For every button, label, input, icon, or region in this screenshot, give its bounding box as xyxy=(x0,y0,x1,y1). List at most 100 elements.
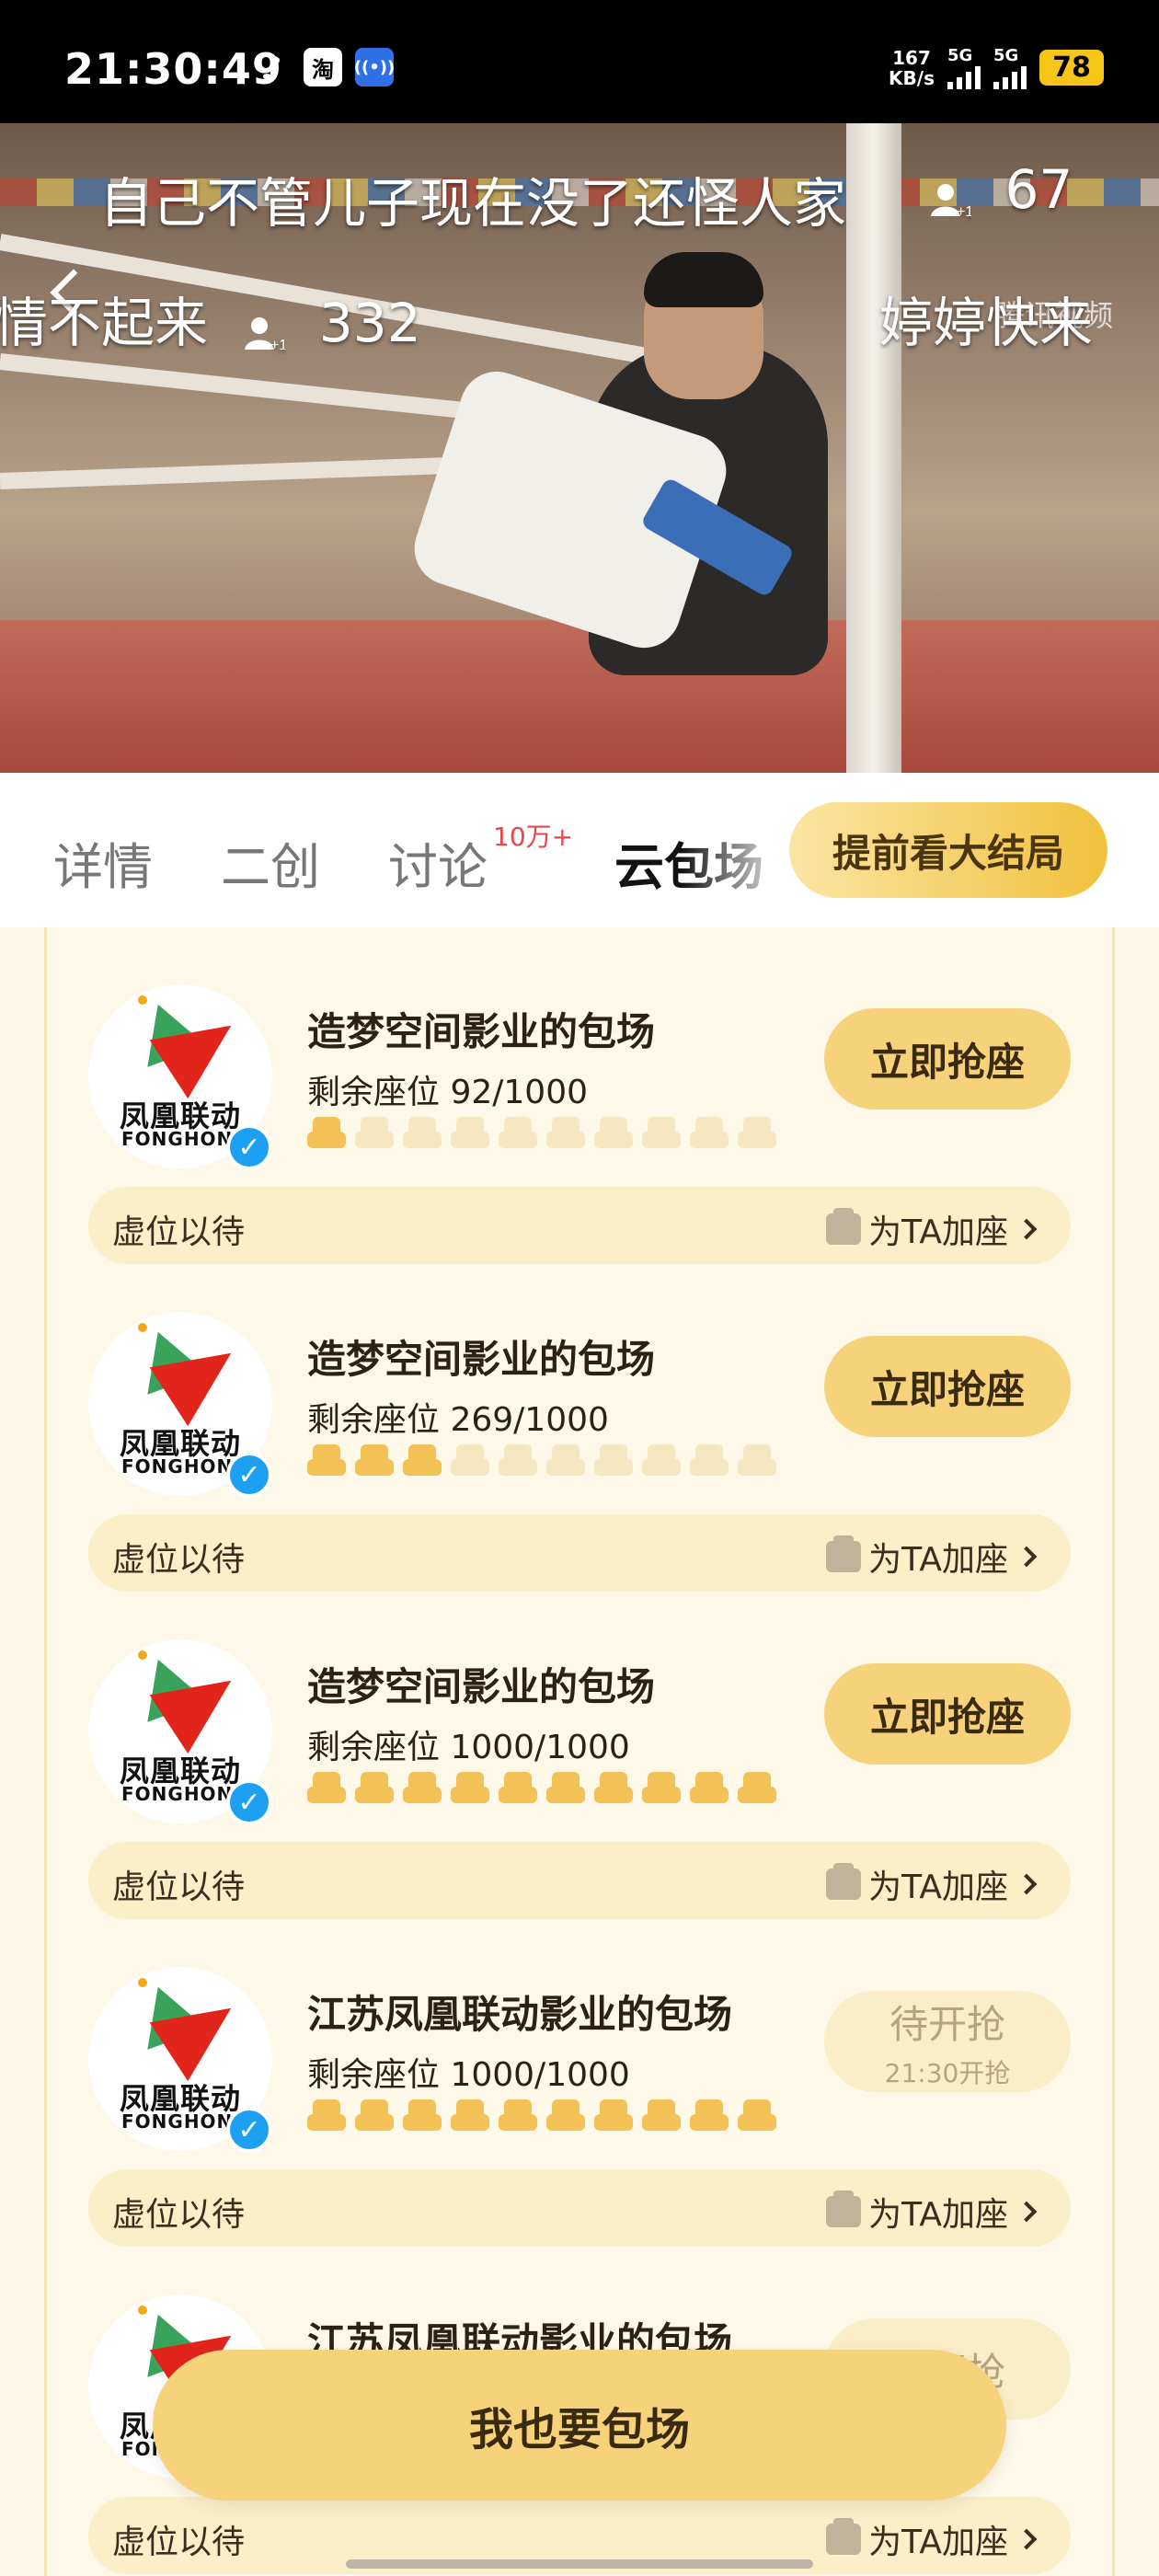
seat-icon xyxy=(642,2099,681,2133)
tab-remix[interactable]: 二创 xyxy=(221,826,320,899)
home-indicator[interactable] xyxy=(346,2559,813,2569)
host-avatar[interactable]: 凤凰联动 FONGHONG ✓ xyxy=(88,984,272,1170)
signal-sim1-icon: 5G xyxy=(947,46,981,89)
screening-title: 造梦空间影业的包场 xyxy=(307,1337,656,1382)
seat-icon xyxy=(403,1772,442,1805)
waiting-label: 虚位以待 xyxy=(112,1869,246,1906)
seat-icon xyxy=(546,2099,585,2133)
seat-icon xyxy=(307,1117,346,1150)
gift-icon xyxy=(826,2518,862,2555)
seat-progress xyxy=(307,1117,776,1150)
create-screening-button[interactable]: 我也要包场 xyxy=(153,2350,1006,2501)
fonghong-logo-icon xyxy=(149,2007,243,2087)
grab-seat-button[interactable]: 立即抢座 xyxy=(824,1663,1071,1765)
danmaku-2: 情不起来 +1 332 xyxy=(0,292,421,354)
seat-icon xyxy=(738,2099,776,2133)
video-player[interactable]: 自己不管儿子现在没了还怪人家 +1 67 腾讯视频 情不起来 +1 332 婷婷… xyxy=(0,123,1159,773)
add-seat-link[interactable]: 为TA加座 xyxy=(826,1205,1038,1253)
add-seat-link[interactable]: 为TA加座 xyxy=(826,2515,1038,2563)
fonghong-logo-icon xyxy=(149,1352,243,1432)
seat-icon xyxy=(594,1444,633,1478)
waiting-label: 虚位以待 xyxy=(112,1213,246,1251)
watch-finale-early-button[interactable]: 提前看大结局 xyxy=(789,802,1107,898)
seat-icon xyxy=(451,1444,489,1478)
gift-icon xyxy=(826,1863,862,1900)
chevron-right-icon xyxy=(1016,1546,1038,1568)
svg-text:+1: +1 xyxy=(957,204,971,220)
fonghong-logo-icon xyxy=(149,1680,243,1759)
waiting-label: 虚位以待 xyxy=(112,2524,246,2561)
gift-icon xyxy=(826,1535,862,1572)
chevron-right-icon xyxy=(1016,2201,1038,2223)
screening-title: 造梦空间影业的包场 xyxy=(307,1009,656,1054)
waiting-label: 虚位以待 xyxy=(112,1541,246,1579)
screening-title: 造梦空间影业的包场 xyxy=(307,1664,656,1709)
verified-icon: ✓ xyxy=(226,1452,272,1498)
screening-title: 江苏凤凰联动影业的包场 xyxy=(307,1992,733,2037)
nfc-icon: ((•)) xyxy=(354,48,395,86)
seat-icon xyxy=(546,1772,585,1805)
screening-card[interactable]: 凤凰联动 FONGHONG ✓ 江苏凤凰联动影业的包场 剩余座位 1000/10… xyxy=(0,1910,1159,2247)
danmaku-1: 自己不管儿子现在没了还怪人家 xyxy=(99,172,847,235)
seat-icon xyxy=(355,1772,394,1805)
seat-icon xyxy=(738,1117,776,1150)
seat-icon xyxy=(642,1772,681,1805)
seat-icon xyxy=(499,2099,537,2133)
gift-icon xyxy=(826,1208,862,1245)
host-avatar[interactable]: 凤凰联动 FONGHONG ✓ xyxy=(88,1967,272,2153)
remaining-seats: 剩余座位 92/1000 xyxy=(307,1074,588,1111)
status-time: 21:30:49 xyxy=(64,44,282,94)
seat-icon xyxy=(355,2099,394,2133)
chevron-right-icon xyxy=(1016,1218,1038,1240)
seat-icon xyxy=(307,1444,346,1478)
seat-icon xyxy=(499,1444,537,1478)
tiktok-icon: ♪ xyxy=(259,47,283,87)
add-seat-link[interactable]: 为TA加座 xyxy=(826,1860,1038,1908)
seat-icon xyxy=(307,2099,346,2133)
plus-one-icon: +1 xyxy=(243,305,288,353)
screening-card[interactable]: 凤凰联动 FONGHONG ✓ 造梦空间影业的包场 剩余座位 269/1000 … xyxy=(0,1255,1159,1592)
seat-icon xyxy=(594,1772,633,1805)
gift-icon xyxy=(826,2191,862,2227)
host-avatar[interactable]: 凤凰联动 FONGHONG ✓ xyxy=(88,1639,272,1825)
seat-icon xyxy=(594,1117,633,1150)
grab-seat-button[interactable]: 立即抢座 xyxy=(824,1336,1071,1437)
screening-card[interactable]: 凤凰联动 FONGHONG ✓ 造梦空间影业的包场 剩余座位 1000/1000… xyxy=(0,1582,1159,1919)
seat-icon xyxy=(451,1117,489,1150)
verified-icon: ✓ xyxy=(226,1124,272,1170)
add-seat-link[interactable]: 为TA加座 xyxy=(826,1533,1038,1581)
tab-details[interactable]: 详情 xyxy=(53,826,153,899)
seat-icon xyxy=(690,2099,729,2133)
seat-icon xyxy=(499,1117,537,1150)
tab-discussion[interactable]: 讨论 xyxy=(388,826,488,899)
svg-text:+1: +1 xyxy=(270,338,285,353)
grab-seat-button[interactable]: 立即抢座 xyxy=(824,1008,1071,1110)
discussion-count-badge: 10万+ xyxy=(493,822,574,852)
seat-icon xyxy=(690,1444,729,1478)
seat-progress xyxy=(307,1772,776,1805)
taobao-icon: 淘 xyxy=(304,48,342,86)
seat-progress xyxy=(307,1444,776,1478)
card-footer: 虚位以待 为TA加座 xyxy=(88,2169,1071,2247)
host-avatar[interactable]: 凤凰联动 FONGHONG ✓ xyxy=(88,1312,272,1498)
seat-icon xyxy=(690,1772,729,1805)
card-footer: 虚位以待 为TA加座 xyxy=(88,1842,1071,1919)
card-footer: 虚位以待 为TA加座 xyxy=(88,1514,1071,1592)
seat-icon xyxy=(642,1444,681,1478)
seat-icon xyxy=(738,1444,776,1478)
remaining-seats: 剩余座位 1000/1000 xyxy=(307,1729,630,1766)
seat-progress xyxy=(307,2099,776,2133)
seat-icon xyxy=(499,1772,537,1805)
seat-icon xyxy=(307,1772,346,1805)
add-seat-link[interactable]: 为TA加座 xyxy=(826,2188,1038,2236)
status-app-icons: ♪ 淘 ((•)) xyxy=(252,47,395,87)
seat-icon xyxy=(355,1444,394,1478)
seat-icon xyxy=(355,1117,394,1150)
verified-icon: ✓ xyxy=(226,2107,272,2153)
screening-card[interactable]: 凤凰联动 FONGHONG ✓ 造梦空间影业的包场 剩余座位 92/1000 立… xyxy=(0,927,1159,1264)
seat-icon xyxy=(403,1444,442,1478)
seat-icon xyxy=(403,2099,442,2133)
seat-icon xyxy=(451,2099,489,2133)
grab-seat-button[interactable]: 待开抢 21:30开抢 xyxy=(824,1991,1071,2092)
chevron-right-icon xyxy=(1016,2528,1038,2550)
